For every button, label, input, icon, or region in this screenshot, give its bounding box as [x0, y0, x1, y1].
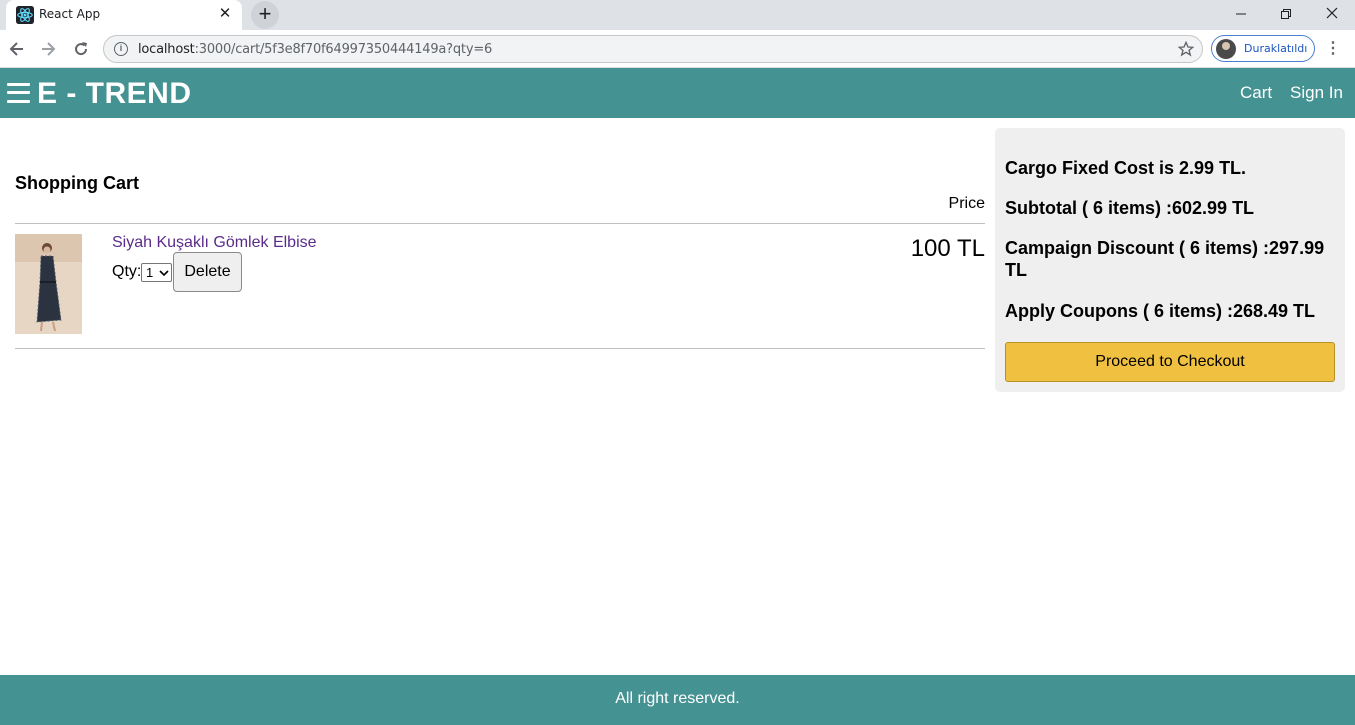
address-url[interactable]: localhost:3000/cart/5f3e8f70f64997350444… — [138, 42, 492, 57]
url-path: :3000/cart/5f3e8f70f64997350444149a?qty=… — [194, 42, 493, 57]
reload-button[interactable] — [68, 36, 94, 62]
coupon-text: Apply Coupons ( 6 items) :268.49 TL — [1005, 301, 1316, 321]
proceed-to-checkout-button[interactable]: Proceed to Checkout — [1005, 342, 1335, 382]
window-restore-button[interactable] — [1263, 0, 1309, 28]
menu-dots-icon[interactable]: ⋮ — [1325, 38, 1341, 60]
order-summary-panel: Cargo Fixed Cost is 2.99 TL. Subtotal ( … — [995, 128, 1345, 392]
tab-title: React App — [39, 7, 101, 21]
avatar — [1216, 39, 1236, 59]
campaign-discount-text: Campaign Discount ( 6 items) :297.99 TL — [1005, 238, 1325, 280]
window-close-button[interactable] — [1309, 0, 1355, 28]
product-image[interactable] — [15, 234, 82, 334]
chevron-down-icon — [159, 264, 169, 284]
info-icon[interactable]: i — [114, 42, 128, 56]
brand-logo[interactable]: E - TREND — [37, 77, 192, 111]
nav-sign-in-link[interactable]: Sign In — [1290, 83, 1343, 103]
footer-text: All right reserved. — [615, 690, 740, 707]
reload-icon — [75, 42, 88, 56]
new-tab-button[interactable]: + — [251, 1, 279, 29]
forward-icon — [42, 42, 56, 56]
react-favicon-icon — [16, 6, 34, 24]
qty-select[interactable]: 1 — [141, 263, 172, 282]
browser-toolbar: i localhost:3000/cart/5f3e8f70f649973504… — [0, 30, 1355, 68]
minimize-icon — [1236, 13, 1246, 15]
app-header: E - TREND Cart Sign In — [0, 68, 1355, 118]
restore-icon — [1281, 9, 1291, 19]
browser-tab[interactable]: React App ✕ — [6, 0, 242, 30]
cart-title: Shopping Cart — [15, 173, 139, 193]
hamburger-menu-icon[interactable] — [7, 82, 30, 104]
price-column-header: Price — [948, 195, 985, 212]
divider — [15, 348, 985, 349]
tab-close-icon[interactable]: ✕ — [216, 5, 234, 23]
forward-button[interactable] — [35, 36, 61, 62]
profile-status-label: Duraklatıldı — [1244, 42, 1308, 55]
window-minimize-button[interactable] — [1218, 0, 1264, 28]
profile-button[interactable]: Duraklatıldı — [1211, 35, 1315, 62]
close-icon — [1326, 7, 1338, 19]
item-price: 100 TL — [910, 235, 985, 262]
back-button[interactable] — [4, 36, 30, 62]
url-host: localhost — [138, 42, 195, 57]
star-icon[interactable] — [1178, 41, 1194, 57]
app-footer: All right reserved. — [0, 675, 1355, 725]
product-name-link[interactable]: Siyah Kuşaklı Gömlek Elbise — [112, 234, 317, 252]
qty-label: Qty: — [112, 263, 142, 280]
back-icon — [9, 42, 23, 56]
dress-photo — [15, 234, 82, 334]
delete-button[interactable]: Delete — [173, 252, 242, 292]
nav-cart-link[interactable]: Cart — [1240, 83, 1272, 103]
divider — [15, 223, 985, 224]
browser-tabstrip: React App ✕ + — [0, 0, 1355, 30]
subtotal-text: Subtotal ( 6 items) :602.99 TL — [1005, 198, 1255, 218]
address-bar[interactable]: i localhost:3000/cart/5f3e8f70f649973504… — [103, 35, 1203, 63]
cargo-cost-text: Cargo Fixed Cost is 2.99 TL. — [1005, 158, 1247, 178]
qty-value: 1 — [146, 265, 154, 280]
